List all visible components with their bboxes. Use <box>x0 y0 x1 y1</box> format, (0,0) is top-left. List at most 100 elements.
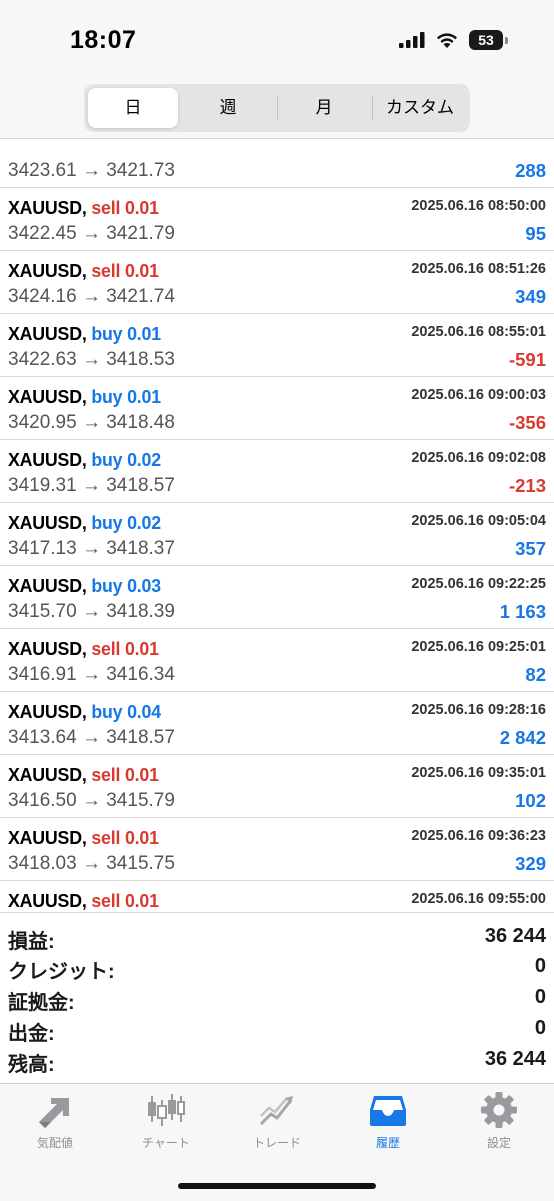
trade-time: 2025.06.16 08:50:00 <box>411 198 546 214</box>
trade-symbol: XAUUSD, <box>8 827 87 848</box>
tab-history[interactable]: 履歴 <box>333 1092 443 1151</box>
trade-symbol: XAUUSD, <box>8 890 87 911</box>
summary-value-withdrawal: 0 <box>534 1017 546 1039</box>
battery-icon: 53 <box>469 30 508 50</box>
trade-symbol-line: XAUUSD, sell 0.01 <box>8 260 159 282</box>
trade-row[interactable]: XAUUSD, sell 0.01 2025.06.16 09:36:23 3418… <box>0 818 554 881</box>
trade-time: 2025.06.16 09:25:01 <box>411 639 546 655</box>
trade-time: 2025.06.16 09:28:16 <box>411 702 546 718</box>
candlestick-chart-icon <box>148 1094 185 1126</box>
trade-row[interactable]: XAUUSD, buy 0.04 2025.06.16 09:28:16 3413.… <box>0 692 554 755</box>
home-indicator <box>178 1183 376 1189</box>
trade-time: 2025.06.16 09:22:25 <box>411 576 546 592</box>
trade-row-partial[interactable]: 3423.61 → 3421.73 288 <box>0 139 554 188</box>
tab-trade[interactable]: トレード <box>222 1092 332 1151</box>
wifi-icon <box>437 32 457 48</box>
trade-prices: 3413.64 → 3418.57 <box>8 727 175 748</box>
trade-profit: 288 <box>515 160 546 181</box>
trade-prices: 3416.50 → 3415.79 <box>8 790 175 811</box>
trade-volume: 0.02 <box>127 449 161 470</box>
trade-side: buy <box>91 323 123 344</box>
trade-prices: 3416.91 → 3416.34 <box>8 664 175 685</box>
trade-symbol-line: XAUUSD, buy 0.02 <box>8 512 161 534</box>
period-tab-week[interactable]: 週 <box>182 88 274 128</box>
summary-value-deposit: 0 <box>534 986 546 1008</box>
trade-symbol: XAUUSD, <box>8 197 87 218</box>
trade-row[interactable]: XAUUSD, buy 0.02 2025.06.16 09:05:04 3417.… <box>0 503 554 566</box>
period-tab-custom[interactable]: カスタム <box>374 88 466 128</box>
trade-volume: 0.01 <box>124 260 159 281</box>
trade-side: sell <box>91 890 121 911</box>
trade-symbol: XAUUSD, <box>8 260 87 281</box>
trade-row[interactable]: XAUUSD, sell 0.01 2025.06.16 09:35:01 3416… <box>0 755 554 818</box>
summary-label-credit: クレジット: <box>8 961 115 983</box>
trade-profit: 2 842 <box>499 727 546 748</box>
tab-settings[interactable]: 設定 <box>444 1092 554 1151</box>
trade-time: 2025.06.16 08:55:01 <box>411 324 546 340</box>
tab-chart[interactable]: チャート <box>111 1092 221 1151</box>
trade-symbol-line: XAUUSD, sell 0.01 <box>8 827 159 849</box>
trade-side: buy <box>91 386 123 407</box>
trade-symbol: XAUUSD, <box>8 764 87 785</box>
trade-prices: 3424.16 → 3421.74 <box>8 286 175 307</box>
cellular-signal-icon <box>399 32 425 48</box>
trade-volume: 0.01 <box>124 764 159 785</box>
trade-prices: 3420.95 → 3418.48 <box>8 412 175 433</box>
trade-prices: 3422.45 → 3421.79 <box>8 223 175 244</box>
trade-symbol-line: XAUUSD, buy 0.01 <box>8 323 161 345</box>
summary-label-deposit: 証拠金: <box>8 992 75 1014</box>
period-tab-day[interactable]: 日 <box>88 88 178 128</box>
status-bar: 18:07 53 <box>0 0 554 80</box>
trade-row[interactable]: XAUUSD, sell 0.01 2025.06.16 08:51:26 3424… <box>0 251 554 314</box>
trade-symbol-line: XAUUSD, sell 0.01 <box>8 197 159 219</box>
battery-level: 53 <box>469 30 503 50</box>
trade-side: sell <box>91 197 121 218</box>
gear-icon <box>481 1092 517 1128</box>
trade-symbol-line: XAUUSD, buy 0.01 <box>8 386 161 408</box>
trade-row[interactable]: XAUUSD, sell 0.012025.06.16 09:55:003417… <box>0 881 554 912</box>
trade-time: 2025.06.16 09:55:00 <box>411 891 546 907</box>
trade-row[interactable]: XAUUSD, sell 0.01 2025.06.16 09:25:01 3416… <box>0 629 554 692</box>
trade-row[interactable]: XAUUSD, sell 0.01 2025.06.16 08:50:00 3422… <box>0 188 554 251</box>
trade-prices: 3418.03 → 3415.75 <box>8 853 175 874</box>
summary-label-balance: 残高: <box>8 1054 55 1076</box>
summary-label-withdrawal: 出金: <box>8 1023 55 1045</box>
status-icons: 53 <box>399 30 508 50</box>
summary-value-balance: 36 244 <box>484 1048 546 1070</box>
trade-prices: 3415.70 → 3418.39 <box>8 601 175 622</box>
trade-row[interactable]: XAUUSD, buy 0.03 2025.06.16 09:22:25 3415.… <box>0 566 554 629</box>
tab-quotes[interactable]: 気配値 <box>0 1092 110 1151</box>
trade-time: 2025.06.16 09:35:01 <box>411 765 546 781</box>
summary-credit-row: クレジット: 0 <box>0 955 554 987</box>
period-tab-month[interactable]: 月 <box>278 88 370 128</box>
bottom-tab-bar: 気配値 チャート トレード 履歴 設定 <box>0 1083 554 1201</box>
tab-label: 気配値 <box>36 1136 73 1150</box>
trade-row[interactable]: XAUUSD, buy 0.02 2025.06.16 09:02:08 3419.… <box>0 440 554 503</box>
trade-side: sell <box>91 638 121 659</box>
trade-history-list[interactable]: 3423.61 → 3421.73 288 XAUUSD, sell 0.01 2… <box>0 139 554 912</box>
trade-symbol: XAUUSD, <box>8 512 87 533</box>
period-segmented-control: 日 週 月 カスタム <box>84 84 470 132</box>
trade-volume: 0.01 <box>124 890 159 911</box>
trade-volume: 0.01 <box>127 323 161 344</box>
trade-side: sell <box>91 764 121 785</box>
trade-row[interactable]: XAUUSD, buy 0.01 2025.06.16 08:55:01 3422.… <box>0 314 554 377</box>
trade-volume: 0.04 <box>127 701 161 722</box>
trade-symbol: XAUUSD, <box>8 323 87 344</box>
trade-symbol-line: XAUUSD, sell 0.01 <box>8 890 159 912</box>
trade-symbol: XAUUSD, <box>8 701 87 722</box>
summary-deposit-row: 証拠金: 0 <box>0 986 554 1018</box>
trade-volume: 0.01 <box>124 827 159 848</box>
trade-volume: 0.03 <box>127 575 161 596</box>
trade-time: 2025.06.16 09:05:04 <box>411 513 546 529</box>
trade-symbol: XAUUSD, <box>8 638 87 659</box>
trade-profit: 349 <box>515 286 546 307</box>
history-inbox-icon <box>370 1096 406 1126</box>
trade-profit: 102 <box>515 790 546 811</box>
trade-trend-icon <box>259 1096 293 1126</box>
trade-profit: 357 <box>515 538 546 559</box>
trade-prices: 3423.61 → 3421.73 <box>8 160 175 181</box>
trade-symbol-line: XAUUSD, sell 0.01 <box>8 764 159 786</box>
trade-row[interactable]: XAUUSD, buy 0.01 2025.06.16 09:00:03 3420.… <box>0 377 554 440</box>
tab-label: 履歴 <box>375 1136 400 1150</box>
